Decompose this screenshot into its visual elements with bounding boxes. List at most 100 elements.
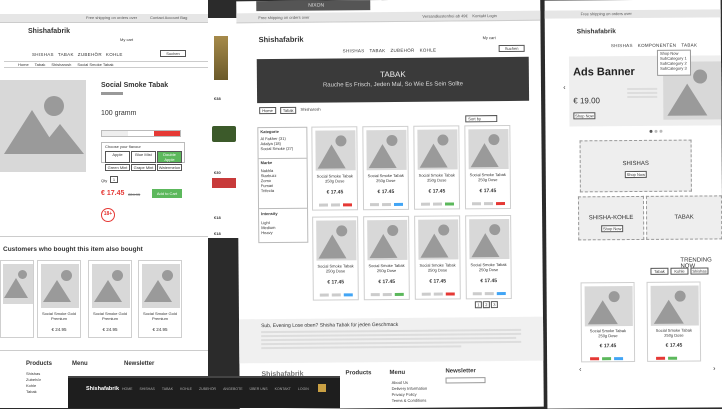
dark-nav-item[interactable]: ZUBEHÖR bbox=[199, 387, 216, 391]
nav-item-shishas[interactable]: SHISHAS bbox=[611, 43, 633, 48]
page-link[interactable]: 2 bbox=[482, 301, 490, 309]
carousel-dots[interactable] bbox=[649, 129, 663, 133]
product-price: € 17.45 bbox=[326, 189, 344, 196]
nav-item-shishas[interactable]: SHISHAS bbox=[343, 48, 365, 53]
middle-logo[interactable]: Shishafabrik bbox=[259, 35, 304, 44]
trending-product-card[interactable]: Social Smoke Tabak 250g Dose € 17.45 bbox=[580, 281, 636, 363]
dark-search-icon[interactable] bbox=[318, 384, 326, 392]
dark-nav-item[interactable]: HOME bbox=[122, 387, 133, 391]
filter-option[interactable]: Trifecta bbox=[261, 188, 274, 193]
nav-item-tabak[interactable]: TABAK bbox=[58, 52, 74, 57]
product-card[interactable]: Social Smoke Tabak 250g Dose € 17.45 bbox=[363, 215, 410, 301]
footer-link[interactable]: Delivery Information bbox=[392, 386, 428, 391]
variant-option[interactable] bbox=[102, 131, 128, 136]
related-product-card[interactable]: Social Smoke Gold Premium € 24.95 bbox=[138, 260, 182, 338]
qty-input[interactable]: 1 bbox=[110, 176, 118, 183]
nav-item-zubehor[interactable]: ZUBEHÖR bbox=[78, 52, 102, 57]
breadcrumb-item[interactable]: Tabak bbox=[279, 106, 297, 114]
filter-option[interactable]: Heavy bbox=[261, 230, 272, 235]
breadcrumb-item[interactable]: Shisharosh bbox=[51, 62, 71, 67]
tab-tabak[interactable]: Tabak bbox=[650, 267, 669, 275]
product-card[interactable]: Social Smoke Tabak 250g Dose € 17.45 bbox=[312, 216, 359, 301]
dark-nav-item[interactable]: KONTAKT bbox=[275, 387, 291, 391]
newsletter-input[interactable] bbox=[445, 377, 486, 384]
banner-shop-button[interactable]: Shop Now bbox=[573, 112, 596, 120]
seo-block: Sub, Evening Lose oben? Shisha Tabak für… bbox=[239, 316, 544, 364]
left-logo[interactable]: Shishafabrik bbox=[28, 28, 70, 35]
flavour-option[interactable]: Apple bbox=[105, 151, 130, 163]
flavour-option[interactable]: Double Apple bbox=[157, 151, 182, 163]
tile-title: TABAK bbox=[674, 214, 694, 221]
nav-item-kohle[interactable]: KOHLE bbox=[106, 52, 123, 57]
product-page-mockup: Free shipping on orders over Contact Acc… bbox=[0, 0, 208, 408]
middle-topbar-right[interactable]: Kontakt Login bbox=[472, 13, 497, 18]
carousel-prev-icon[interactable]: ‹ bbox=[563, 84, 565, 91]
variant-selector[interactable] bbox=[101, 130, 181, 137]
page-link[interactable]: 1 bbox=[474, 301, 482, 309]
related-product-card[interactable]: Social Smoke Gold Premium € 24.95 bbox=[37, 260, 81, 338]
related-product-card[interactable]: Social Smoke Gold Premium € 24.95 bbox=[88, 260, 132, 338]
flavour-option[interactable]: Grape Mint bbox=[131, 164, 156, 171]
dark-nav-item[interactable]: ÜBER UNS bbox=[250, 387, 268, 391]
category-tile-shishas[interactable]: SHISHAS Shop Now bbox=[579, 139, 692, 193]
dark-nav: HOME SHISHAS TABAK KOHLE ZUBEHÖR ANGEBOT… bbox=[122, 387, 309, 391]
nav-item-tabak[interactable]: TABAK bbox=[681, 43, 697, 48]
footer-menu-heading: Menu bbox=[389, 369, 406, 377]
nav-item-komponenten[interactable]: KOMPONENTEN bbox=[638, 43, 677, 48]
dark-nav-item[interactable]: KOHLE bbox=[180, 387, 192, 391]
left-topbar-right[interactable]: Contact Account Bag bbox=[150, 15, 187, 20]
trending-product-card[interactable]: Social Smoke Tabak 250g Dose € 17.45 bbox=[646, 281, 702, 362]
breadcrumb-item[interactable]: Home bbox=[259, 106, 276, 115]
trending-prev-icon[interactable]: ‹ bbox=[579, 366, 581, 373]
variant-option-active[interactable] bbox=[154, 131, 180, 136]
footer-link[interactable]: Privacy Policy bbox=[392, 392, 417, 397]
breadcrumb-item[interactable]: Home bbox=[18, 62, 29, 67]
nav-item-zubehor[interactable]: ZUBEHÖR bbox=[390, 48, 414, 53]
filter-option[interactable]: Social Smoke (27) bbox=[260, 146, 293, 151]
category-tile-kohle[interactable]: SHISHA-KOHLE Shop Now bbox=[577, 195, 645, 241]
footer-newsletter-heading: Newsletter bbox=[445, 368, 476, 375]
tab-kohle[interactable]: Kohle bbox=[670, 267, 689, 275]
tile-shop-button[interactable]: Shop Now bbox=[601, 225, 624, 233]
flavour-option[interactable]: Watermelon bbox=[157, 164, 182, 171]
related-product-card[interactable] bbox=[0, 260, 34, 338]
footer-link[interactable]: Terms & Conditions bbox=[392, 398, 427, 403]
dark-logo[interactable]: Shishafabrik bbox=[86, 386, 119, 392]
product-card[interactable]: Social Smoke Tabak 250g Dose € 17.45 bbox=[464, 124, 512, 210]
flavour-option[interactable]: Blue Mist bbox=[131, 151, 156, 163]
nav-item-kohle[interactable]: KOHLE bbox=[420, 48, 437, 53]
footer-link[interactable]: Kohle bbox=[26, 383, 36, 388]
footer-link[interactable]: Zubehör bbox=[26, 377, 41, 382]
middle-cart-button[interactable]: My cart bbox=[483, 35, 496, 40]
add-to-cart-button[interactable]: Add to Cart bbox=[152, 189, 182, 198]
dark-nav-item[interactable]: LOGIN bbox=[298, 387, 309, 391]
nav-item-tabak[interactable]: TABAK bbox=[369, 48, 385, 53]
dropdown-item[interactable]: SubCategory 3 bbox=[658, 66, 690, 71]
sort-select[interactable]: Sort by bbox=[465, 115, 498, 123]
category-tile-tabak[interactable]: TABAK bbox=[645, 195, 722, 240]
footer-link[interactable]: Shishas bbox=[26, 371, 40, 376]
flavour-option[interactable]: Green Mint bbox=[105, 164, 130, 171]
page-link[interactable]: 3 bbox=[490, 301, 498, 309]
middle-search-button[interactable]: Suchen bbox=[498, 44, 525, 53]
tab-shishas[interactable]: Shishas bbox=[690, 267, 709, 275]
product-card[interactable]: Social Smoke Tabak 250g Dose € 17.45 bbox=[413, 125, 461, 210]
variant-option[interactable] bbox=[128, 131, 154, 136]
product-card[interactable]: Social Smoke Tabak 250g Dose € 17.45 bbox=[311, 126, 359, 211]
nav-item-shishas[interactable]: SHISHAS bbox=[32, 52, 54, 57]
dark-nav-item[interactable]: ANGEBOTE bbox=[223, 387, 242, 391]
product-card[interactable]: Social Smoke Tabak 250g Dose € 17.45 bbox=[465, 214, 512, 300]
left-cart-button[interactable]: My cart bbox=[120, 37, 133, 42]
product-card[interactable]: Social Smoke Tabak 250g Dose € 17.45 bbox=[414, 215, 461, 300]
breadcrumb-item[interactable]: Tabak bbox=[35, 62, 46, 67]
left-search-button[interactable]: Suchen bbox=[160, 50, 186, 57]
dark-nav-item[interactable]: TABAK bbox=[162, 387, 173, 391]
footer-link[interactable]: Tabak bbox=[26, 389, 37, 394]
footer-link[interactable]: About Us bbox=[392, 380, 408, 385]
dark-nav-item[interactable]: SHISHAS bbox=[140, 387, 155, 391]
product-card[interactable]: Social Smoke Tabak 250g Dose € 17.45 bbox=[362, 125, 410, 211]
trending-next-icon[interactable]: › bbox=[713, 365, 715, 372]
product-image bbox=[584, 286, 633, 327]
tile-shop-button[interactable]: Shop Now bbox=[624, 170, 647, 179]
right-logo[interactable]: Shishafabrik bbox=[577, 28, 616, 35]
